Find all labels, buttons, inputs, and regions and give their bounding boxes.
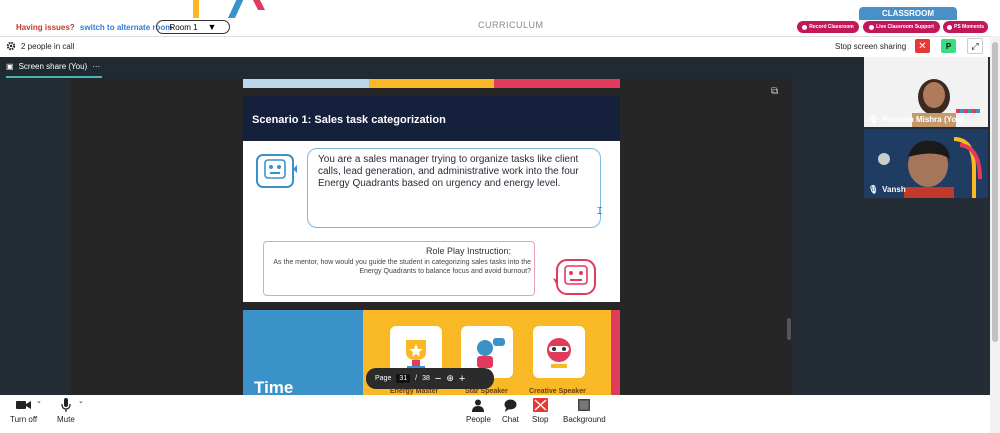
award-label: Creative Speaker <box>529 388 586 395</box>
robot-icon <box>553 259 596 295</box>
support-icon <box>869 24 875 30</box>
page-control: Page 31 / 38 − ⊕ + <box>366 368 494 389</box>
more-icon[interactable]: ··· <box>92 62 100 71</box>
slide-top-stripe <box>243 79 621 88</box>
stop-share-icon <box>532 398 548 412</box>
zoom-in-icon[interactable]: + <box>459 373 465 385</box>
stripe-segment <box>368 79 495 88</box>
award-label: Star Speaker <box>465 388 508 395</box>
background-button[interactable]: Background <box>563 398 606 424</box>
curriculum-tab[interactable]: CURRICULUM <box>478 20 544 30</box>
roleplay-text: As the mentor, how would you guide the s… <box>273 259 531 275</box>
issues-text: Having issues? <box>16 23 75 32</box>
award-card <box>533 326 585 378</box>
camera-toggle-button[interactable]: Turn off <box>10 398 37 424</box>
background-icon <box>578 398 591 412</box>
room-label: Room 1 <box>169 22 198 32</box>
next-slide-edge <box>611 310 620 395</box>
gear-icon[interactable] <box>6 41 16 51</box>
award-label: Energy Master <box>390 388 439 395</box>
camera-icon <box>15 398 32 412</box>
page-scrollbar-thumb[interactable] <box>992 42 998 342</box>
room-select[interactable]: Room 1 ▼ <box>156 20 230 34</box>
mic-icon: 🎙 <box>868 115 879 124</box>
caret-down-icon: ▼ <box>207 22 217 32</box>
mic-icon: 🎙 <box>868 185 879 194</box>
popout-icon[interactable]: ⧉ <box>771 86 783 98</box>
zoom-out-icon[interactable]: − <box>435 373 441 385</box>
classroom-tab[interactable]: CLASSROOM <box>859 7 957 20</box>
bottom-toolbar <box>0 395 1000 433</box>
stripe-segment <box>494 79 621 88</box>
camera-options-icon[interactable]: ⌄ <box>36 397 42 405</box>
mouse-cursor-icon: ⌶ <box>597 206 603 216</box>
participant-video[interactable]: 🎙 Vansh <box>864 129 988 198</box>
people-button[interactable]: People <box>466 398 491 424</box>
moments-icon <box>946 24 952 30</box>
chat-icon <box>504 398 517 412</box>
people-count: 2 people in call <box>21 42 75 51</box>
monitor-icon: ▣ <box>6 62 14 71</box>
slide-title: Scenario 1: Sales task categorization <box>252 114 446 126</box>
record-icon <box>802 24 808 30</box>
stop-share-button[interactable]: Stop <box>532 398 548 424</box>
scenario-text: You are a sales manager trying to organi… <box>318 154 579 189</box>
people-icon <box>472 398 485 412</box>
screen-share-tab[interactable]: ▣ Screen share (You) ··· <box>6 62 100 71</box>
stop-sharing-label[interactable]: Stop screen sharing <box>835 42 906 51</box>
page-label: Page <box>375 375 392 382</box>
share-tab-row <box>0 57 864 79</box>
ps-moments-button[interactable]: PS Moments <box>943 21 988 33</box>
participant-name: 🎙 Poonam Mishra (You) <box>868 115 964 124</box>
mic-options-icon[interactable]: ⌄ <box>78 397 84 405</box>
zoom-icon[interactable]: ⊕ <box>446 373 454 384</box>
viewer-scroll-thumb[interactable] <box>787 318 791 340</box>
creative-icon <box>547 338 571 368</box>
participant-name: 🎙 Vansh <box>868 185 906 194</box>
chat-button[interactable]: Chat <box>502 398 519 424</box>
total-pages: 38 <box>422 375 430 382</box>
participant-avatar[interactable]: P <box>941 39 956 53</box>
stripe-segment <box>243 79 369 88</box>
current-page-input[interactable]: 31 <box>396 374 411 383</box>
live-support-button[interactable]: Live Classroom Support <box>863 21 940 33</box>
tab-underline <box>6 76 102 78</box>
record-classroom-button[interactable]: Record Classroom <box>797 21 859 33</box>
stop-sharing-button[interactable]: ✕ <box>915 39 930 53</box>
microphone-icon <box>61 398 71 412</box>
brand-logo <box>193 0 265 18</box>
issues-notice: Having issues? switch to alternate room <box>16 23 172 32</box>
roleplay-title: Role Play Instruction: <box>426 246 512 256</box>
participant-video[interactable]: 🎙 Poonam Mishra (You) <box>864 57 988 127</box>
robot-icon <box>256 154 297 188</box>
mic-toggle-button[interactable]: Mute <box>57 398 75 424</box>
close-icon: ✕ <box>918 40 927 52</box>
page-separator: / <box>415 375 418 382</box>
fullscreen-icon[interactable]: ⤢ <box>967 38 983 54</box>
